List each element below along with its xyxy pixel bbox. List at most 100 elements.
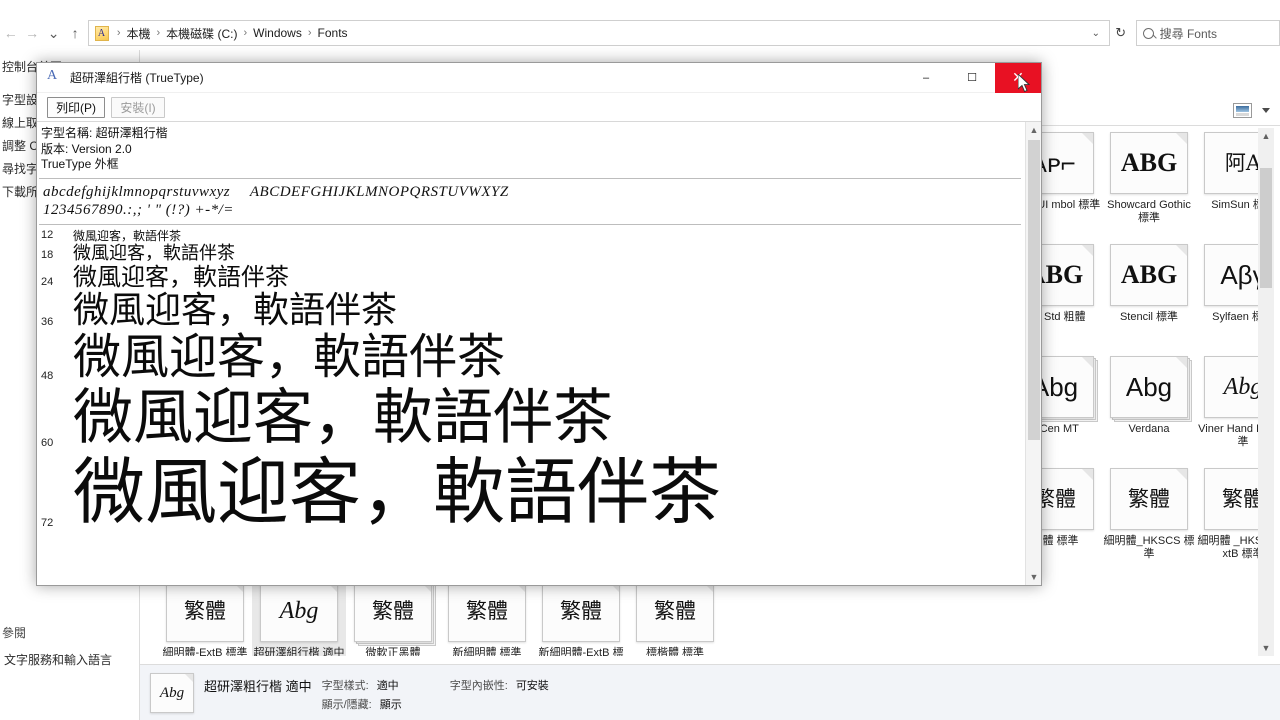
- back-button[interactable]: ←: [0, 19, 21, 47]
- window-controls: – ☐ ✕: [903, 62, 1041, 93]
- details-status-bar: Abg 超研澤粗行楷 適中 字型樣式: 適中 顯示/隱藏: 顯示 字型內嵌性: …: [140, 664, 1280, 720]
- font-sample-text: 微風迎客，軟語伴茶: [73, 289, 398, 331]
- breadcrumb-separator: ›: [243, 27, 248, 39]
- page-fold-icon: [1082, 245, 1093, 256]
- status-embeddability-key: 字型內嵌性:: [449, 680, 508, 692]
- address-bar: ← → ⌄ ↑ › 本機 › 本機磁碟 (C:) › Windows › Fon…: [0, 18, 1280, 48]
- search-icon: [1142, 27, 1154, 39]
- font-grid-item[interactable]: Abg Verdana: [1102, 352, 1196, 451]
- scroll-down-icon[interactable]: ▼: [1258, 640, 1274, 656]
- font-sample-size: 12: [41, 228, 54, 241]
- font-grid-row: Abgy Cen MTAbgVerdanaAbgViner Hand ITC 標…: [1008, 352, 1274, 451]
- page-fold-icon: [185, 674, 193, 682]
- font-tile-label: Stencil 標準: [1119, 311, 1179, 323]
- breadcrumb[interactable]: › 本機 › 本機磁碟 (C:) › Windows › Fonts ⌄: [87, 20, 1110, 46]
- status-fields: 字型樣式: 適中 顯示/隱藏: 顯示 字型內嵌性: 可安裝: [322, 673, 549, 712]
- font-tile-label: Verdana: [1128, 423, 1170, 435]
- breadcrumb-item-0[interactable]: 本機: [124, 25, 152, 42]
- font-grid-item[interactable]: 繁體 微軟正黑體: [346, 576, 440, 656]
- dialog-scrollbar-thumb[interactable]: [1028, 140, 1040, 440]
- sidebar-item-text-services[interactable]: 文字服務和輸入語言: [2, 649, 112, 672]
- font-grid-row: ABG ncil Std 粗體 ABG Stencil 標準 Aβγ Sylfaen 標準: [1008, 240, 1274, 326]
- font-tile-glyph: 繁體: [560, 598, 602, 623]
- font-grid-item[interactable]: 繁體 細明體_HKSCS 標準: [1102, 464, 1196, 563]
- font-sample-row: 36 微風迎客，軟語伴茶: [39, 289, 1025, 331]
- font-sample-size: 60: [41, 436, 54, 449]
- dialog-toolbar: 列印(P) 安裝(I): [37, 93, 1041, 121]
- font-grid-item[interactable]: 繁體新細明體-ExtB 標準: [534, 576, 628, 656]
- font-size-samples: 12 微風迎客，軟語伴茶 18 微風迎客，軟語伴茶 24 微風迎客，軟語伴茶 36 微風迎客，…: [39, 229, 1025, 533]
- breadcrumb-separator: ›: [156, 27, 161, 39]
- font-grid-row: 繁體明體 標準繁體細明體_HKSCS 標準繁體細明體 _HKSCS-ExtB 標…: [1008, 464, 1274, 563]
- scroll-up-icon[interactable]: ▲: [1258, 128, 1274, 144]
- font-tile-glyph: Abg: [1223, 374, 1263, 400]
- page-fold-icon: [1082, 357, 1093, 368]
- page-fold-icon: [1176, 469, 1187, 480]
- font-sample-text: 微風迎客，軟語伴茶: [73, 328, 506, 385]
- dialog-title-bar[interactable]: 超研澤組行楷 (TrueType) – ☐ ✕: [37, 62, 1041, 93]
- minimize-button[interactable]: –: [903, 63, 949, 93]
- font-grid-item[interactable]: 繁體 細明體-ExtB 標準: [158, 576, 252, 656]
- font-tile-label: 微軟正黑體: [365, 647, 421, 656]
- recent-locations-chevron-icon[interactable]: ⌄: [43, 19, 64, 47]
- print-button[interactable]: 列印(P): [47, 96, 105, 118]
- font-sample-size: 72: [41, 517, 54, 530]
- font-tile-label: 細明體_HKSCS 標準: [1103, 535, 1195, 560]
- font-tile-label: 新細明體 標準: [452, 647, 522, 656]
- page-fold-icon: [1176, 245, 1187, 256]
- font-tile-label: Showcard Gothic 標準: [1107, 199, 1191, 224]
- alphabet-lowercase: abcdefghijklmnopqrstuvwxyz: [43, 183, 231, 200]
- search-box[interactable]: 搜尋 Fonts: [1135, 20, 1280, 46]
- font-grid-row: ᴀᴘ⌐ egoe UI mbol 標準 ABG Showcard Gothic 標準阿…: [1008, 128, 1274, 227]
- font-preview-tile: 繁體: [354, 580, 432, 642]
- font-tile: 繁體: [542, 580, 620, 642]
- font-sample-size: 48: [41, 369, 54, 382]
- forward-button[interactable]: →: [21, 19, 42, 47]
- up-button[interactable]: ↑: [64, 19, 85, 47]
- breadcrumb-item-1[interactable]: 本機磁碟 (C:): [164, 25, 239, 42]
- status-visibility-key: 顯示/隱藏:: [321, 699, 372, 711]
- scroll-down-icon[interactable]: ▼: [1026, 569, 1041, 585]
- font-sample-text: 微風迎客，軟語伴茶: [73, 262, 289, 291]
- close-button[interactable]: ✕: [995, 62, 1041, 93]
- font-sample-row: 60 微風迎客，軟語伴茶: [39, 384, 1025, 452]
- status-font-name: 超研澤粗行楷 適中: [204, 679, 312, 694]
- font-grid-item[interactable]: ABG Showcard Gothic 標準: [1102, 128, 1196, 227]
- breadcrumb-item-2[interactable]: Windows: [251, 26, 304, 40]
- font-tile-glyph: 阿A: [1224, 150, 1262, 175]
- scroll-up-icon[interactable]: ▲: [1026, 122, 1041, 138]
- font-preview-tile: ABG: [1110, 244, 1188, 306]
- view-chevron-down-icon[interactable]: [1262, 108, 1270, 113]
- font-grid-item[interactable]: 繁體 標楷體 標準: [628, 576, 722, 656]
- dialog-scrollbar[interactable]: ▲ ▼: [1025, 122, 1041, 585]
- maximize-button[interactable]: ☐: [949, 63, 995, 93]
- font-preview-tile: 繁體: [166, 580, 244, 642]
- status-style-value: 適中: [376, 680, 399, 692]
- view-options-icon[interactable]: [1233, 103, 1252, 118]
- dialog-preview-area: 字型名稱: 超研澤粗行楷 版本: Version 2.0 TrueType 外框…: [37, 121, 1041, 585]
- font-sample-text: 微風迎客，軟語伴茶: [73, 229, 182, 244]
- font-tile: ABG: [1110, 132, 1188, 194]
- font-sample-row: 24 微風迎客，軟語伴茶: [39, 262, 1025, 291]
- font-tile: Abg: [1110, 356, 1192, 422]
- font-sample-row: 72 微風迎客，軟語伴茶: [39, 452, 1025, 533]
- font-grid-item[interactable]: Abg 超研澤組行楷 適中: [252, 576, 346, 656]
- font-sample-row: 48 微風迎客，軟語伴茶: [39, 328, 1025, 385]
- font-grid-item[interactable]: ABG Stencil 標準: [1102, 240, 1196, 326]
- font-grid-item[interactable]: 繁體 新細明體 標準: [440, 576, 534, 656]
- refresh-button[interactable]: ↻: [1110, 20, 1132, 46]
- font-tile-glyph: Abg: [1125, 372, 1173, 402]
- font-preview-tile: 繁體: [448, 580, 526, 642]
- font-sample-row: 12 微風迎客，軟語伴茶: [39, 229, 1025, 244]
- font-tile: 繁體: [448, 580, 526, 642]
- search-placeholder: 搜尋 Fonts: [1159, 26, 1217, 41]
- divider: [39, 223, 1021, 225]
- address-dropdown-chevron-icon[interactable]: ⌄: [1085, 28, 1107, 39]
- breadcrumb-item-3[interactable]: Fonts: [316, 26, 350, 40]
- grid-scrollbar[interactable]: ▲ ▼: [1258, 128, 1274, 656]
- status-embeddability-value: 可安裝: [515, 680, 549, 692]
- font-outline-line: TrueType 外框: [41, 157, 119, 171]
- grid-scrollbar-thumb[interactable]: [1260, 168, 1272, 288]
- fonts-folder-icon: [94, 25, 109, 41]
- alphabet-line: abcdefghijklmnopqrstuvwxyz ABCDEFGHIJKLM…: [39, 183, 1025, 201]
